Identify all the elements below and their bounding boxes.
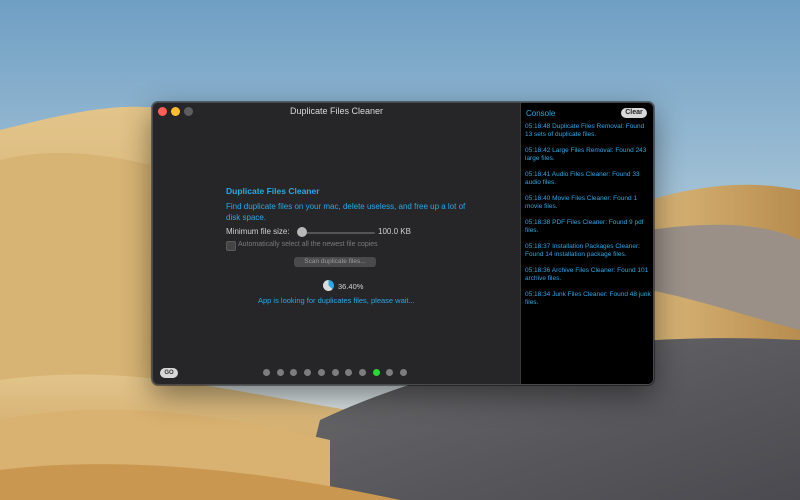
- console-log-entry: 05:18:36 Archive Files Cleaner: Found 10…: [525, 267, 649, 282]
- app-heading: Duplicate Files Cleaner: [226, 186, 320, 196]
- min-file-size-slider-track[interactable]: [301, 232, 375, 234]
- min-file-size-label: Minimum file size:: [226, 227, 290, 236]
- progress-pie-icon: [323, 280, 334, 291]
- auto-select-label: Automatically select all the newest file…: [238, 241, 378, 248]
- console-title: Console: [526, 109, 556, 118]
- page-dot[interactable]: [372, 369, 380, 376]
- main-panel: Duplicate Files Cleaner Find duplicate f…: [153, 120, 520, 384]
- zoom-window-button[interactable]: [184, 107, 193, 116]
- scan-status-text: App is looking for duplicates files, ple…: [258, 296, 415, 305]
- min-file-size-value: 100.0 KB: [378, 227, 411, 236]
- page-dot[interactable]: [317, 369, 325, 376]
- console-log-entry: 05:18:37 Installation Packages Cleaner: …: [525, 243, 640, 258]
- page-dot[interactable]: [331, 369, 339, 376]
- page-dot[interactable]: [263, 369, 270, 376]
- console-log-entry: 05:18:40 Movie Files Cleaner: Found 1 mo…: [525, 195, 638, 210]
- auto-select-checkbox[interactable]: [226, 241, 236, 251]
- clear-console-button[interactable]: Clear: [621, 108, 647, 118]
- app-window: Duplicate Files Cleaner Duplicate Files …: [152, 102, 654, 385]
- console-panel: Console Clear 05:18:48 Duplicate Files R…: [520, 103, 653, 384]
- page-dot[interactable]: [400, 369, 407, 376]
- minimize-window-button[interactable]: [171, 107, 180, 116]
- close-window-button[interactable]: [158, 107, 167, 116]
- window-title: Duplicate Files Cleaner: [289, 106, 384, 116]
- console-log: 05:18:48 Duplicate Files Removal: Found …: [525, 123, 652, 315]
- app-description: Find duplicate files on your mac, delete…: [226, 202, 466, 222]
- page-dot[interactable]: [386, 369, 394, 376]
- scan-duplicate-files-button[interactable]: Scan duplicate files...: [294, 257, 376, 267]
- console-log-entry: 05:18:34 Junk Files Cleaner: Found 48 ju…: [525, 291, 651, 306]
- min-file-size-slider-thumb[interactable]: [297, 227, 307, 237]
- page-dot[interactable]: [290, 369, 298, 376]
- console-log-entry: 05:18:38 PDF Files Cleaner: Found 9 pdf …: [525, 219, 644, 234]
- page-dot[interactable]: [358, 369, 366, 376]
- console-log-entry: 05:18:48 Duplicate Files Removal: Found …: [525, 123, 645, 138]
- console-log-entry: 05:18:42 Large Files Removal: Found 243 …: [525, 147, 647, 162]
- console-log-entry: 05:18:41 Audio Files Cleaner: Found 33 a…: [525, 171, 640, 186]
- page-dot[interactable]: [304, 369, 312, 376]
- page-dot[interactable]: [345, 369, 353, 376]
- progress-percent: 36.40%: [338, 282, 364, 291]
- page-dot[interactable]: [276, 369, 284, 376]
- go-button[interactable]: GO: [160, 368, 178, 378]
